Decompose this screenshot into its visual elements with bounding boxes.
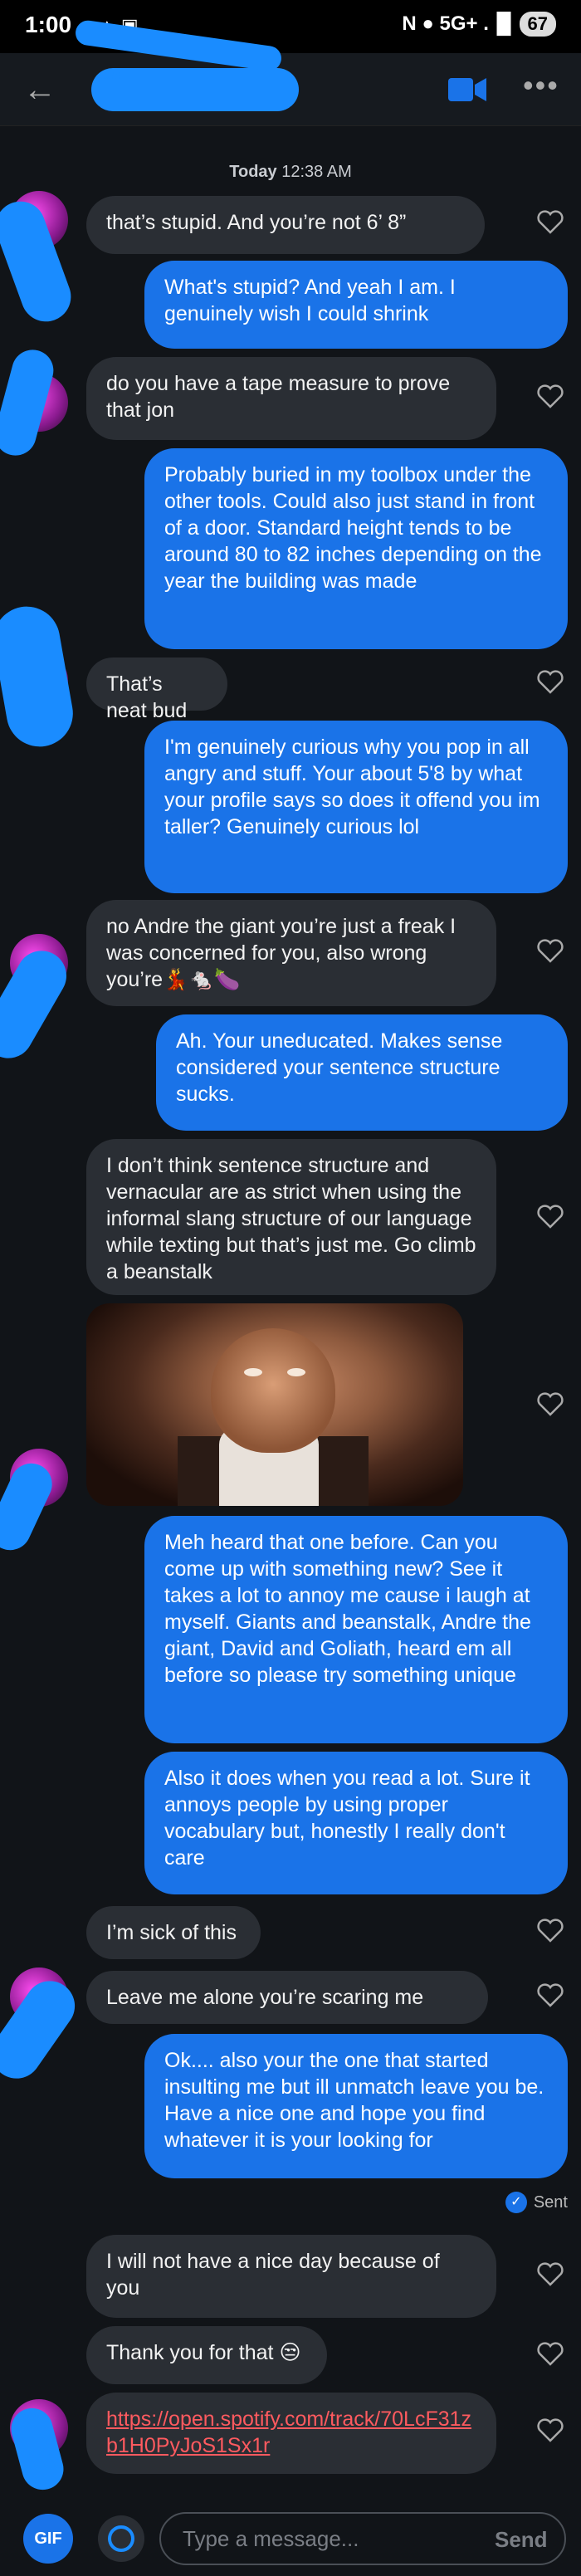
message-incoming[interactable]: That’s neat bud [86, 657, 227, 722]
message-incoming[interactable]: that’s stupid. And you’re not 6’ 8” [86, 196, 485, 254]
message-text: I will not have a nice day because of yo… [106, 2250, 440, 2300]
message-incoming[interactable]: I don’t think sentence structure and ver… [86, 1139, 496, 1295]
gif-figure-eye [287, 1368, 305, 1376]
like-heart-icon[interactable] [536, 938, 564, 963]
like-heart-icon[interactable] [536, 669, 564, 694]
message-incoming[interactable]: do you have a tape measure to prove that… [86, 357, 496, 440]
back-arrow-icon[interactable]: ← [23, 71, 56, 109]
redaction-scribble [0, 601, 79, 752]
more-options-icon[interactable]: ••• [523, 68, 559, 103]
sent-label: Sent [533, 2192, 568, 2212]
network-icons: N ● 5G+ . █ [402, 12, 511, 35]
status-right: N ● 5G+ . █ 67 [402, 12, 556, 37]
message-text: Probably buried in my toolbox under the … [164, 463, 542, 593]
video-call-icon[interactable] [448, 76, 486, 103]
message-text: do you have a tape measure to prove that… [106, 372, 451, 422]
contact-name[interactable]: Kass [91, 68, 299, 111]
message-incoming[interactable]: I’m sick of this [86, 1906, 261, 1959]
date-time: 12:38 AM [281, 163, 352, 181]
message-text: that’s stupid. And you’re not 6’ 8” [106, 211, 407, 234]
message-text: Meh heard that one before. Can you come … [164, 1531, 531, 1687]
gif-figure-eye [244, 1368, 262, 1376]
message-outgoing[interactable]: Ah. Your uneducated. Makes sense conside… [156, 1014, 568, 1131]
message-text: That’s neat bud [106, 672, 188, 722]
message-text: I'm genuinely curious why you pop in all… [164, 736, 540, 838]
message-outgoing[interactable]: Meh heard that one before. Can you come … [144, 1516, 568, 1743]
message-incoming[interactable]: no Andre the giant you’re just a freak I… [86, 900, 496, 1006]
battery-indicator: 67 [519, 12, 556, 37]
like-heart-icon[interactable] [536, 1204, 564, 1229]
message-text: What's stupid? And yeah I am. I genuinel… [164, 276, 456, 325]
message-composer: GIF Send [0, 2497, 581, 2576]
message-incoming[interactable]: Thank you for that 😒 [86, 2326, 327, 2384]
sent-status: ✓ Sent [505, 2192, 568, 2213]
like-heart-icon[interactable] [536, 384, 564, 408]
message-outgoing[interactable]: What's stupid? And yeah I am. I genuinel… [144, 261, 568, 349]
send-button[interactable]: Send [495, 2527, 548, 2553]
message-text: Also it does when you read a lot. Sure i… [164, 1767, 530, 1870]
like-heart-icon[interactable] [536, 2417, 564, 2442]
message-text: Ah. Your uneducated. Makes sense conside… [176, 1029, 503, 1106]
status-time: 1:00 [25, 12, 72, 37]
like-heart-icon[interactable] [536, 1391, 564, 1416]
sticker-button[interactable] [98, 2515, 144, 2562]
chat-header: ← Kass ••• [0, 53, 581, 126]
like-heart-icon[interactable] [536, 1918, 564, 1943]
gif-button[interactable]: GIF [23, 2514, 73, 2564]
like-heart-icon[interactable] [536, 1982, 564, 2007]
spotify-link[interactable]: https://open.spotify.com/track/70LcF31zb… [106, 2407, 471, 2457]
message-text: no Andre the giant you’re just a freak I… [106, 915, 456, 991]
date-separator: Today 12:38 AM [0, 163, 581, 182]
message-text: I’m sick of this [106, 1921, 237, 1944]
gif-figure-part [310, 1436, 369, 1506]
date-day: Today [229, 163, 277, 181]
like-heart-icon[interactable] [536, 209, 564, 234]
gif-figure-face [211, 1328, 335, 1453]
message-incoming[interactable]: I will not have a nice day because of yo… [86, 2235, 496, 2318]
message-text: Ok.... also your the one that started in… [164, 2049, 544, 2152]
message-outgoing[interactable]: Ok.... also your the one that started in… [144, 2034, 568, 2178]
message-outgoing[interactable]: I'm genuinely curious why you pop in all… [144, 721, 568, 893]
like-heart-icon[interactable] [536, 2261, 564, 2286]
message-text: Leave me alone you’re scaring me [106, 1986, 424, 2009]
message-incoming[interactable]: Leave me alone you’re scaring me [86, 1971, 488, 2024]
message-incoming[interactable]: https://open.spotify.com/track/70LcF31zb… [86, 2393, 496, 2474]
sent-check-icon: ✓ [505, 2192, 527, 2213]
message-text: I don’t think sentence structure and ver… [106, 1154, 476, 1283]
message-text: Thank you for that 😒 [106, 2341, 301, 2364]
message-outgoing[interactable]: Also it does when you read a lot. Sure i… [144, 1752, 568, 1894]
message-outgoing[interactable]: Probably buried in my toolbox under the … [144, 448, 568, 649]
gif-message-image[interactable] [86, 1303, 463, 1506]
like-heart-icon[interactable] [536, 2341, 564, 2366]
contact-name-label: Kass [91, 68, 121, 82]
